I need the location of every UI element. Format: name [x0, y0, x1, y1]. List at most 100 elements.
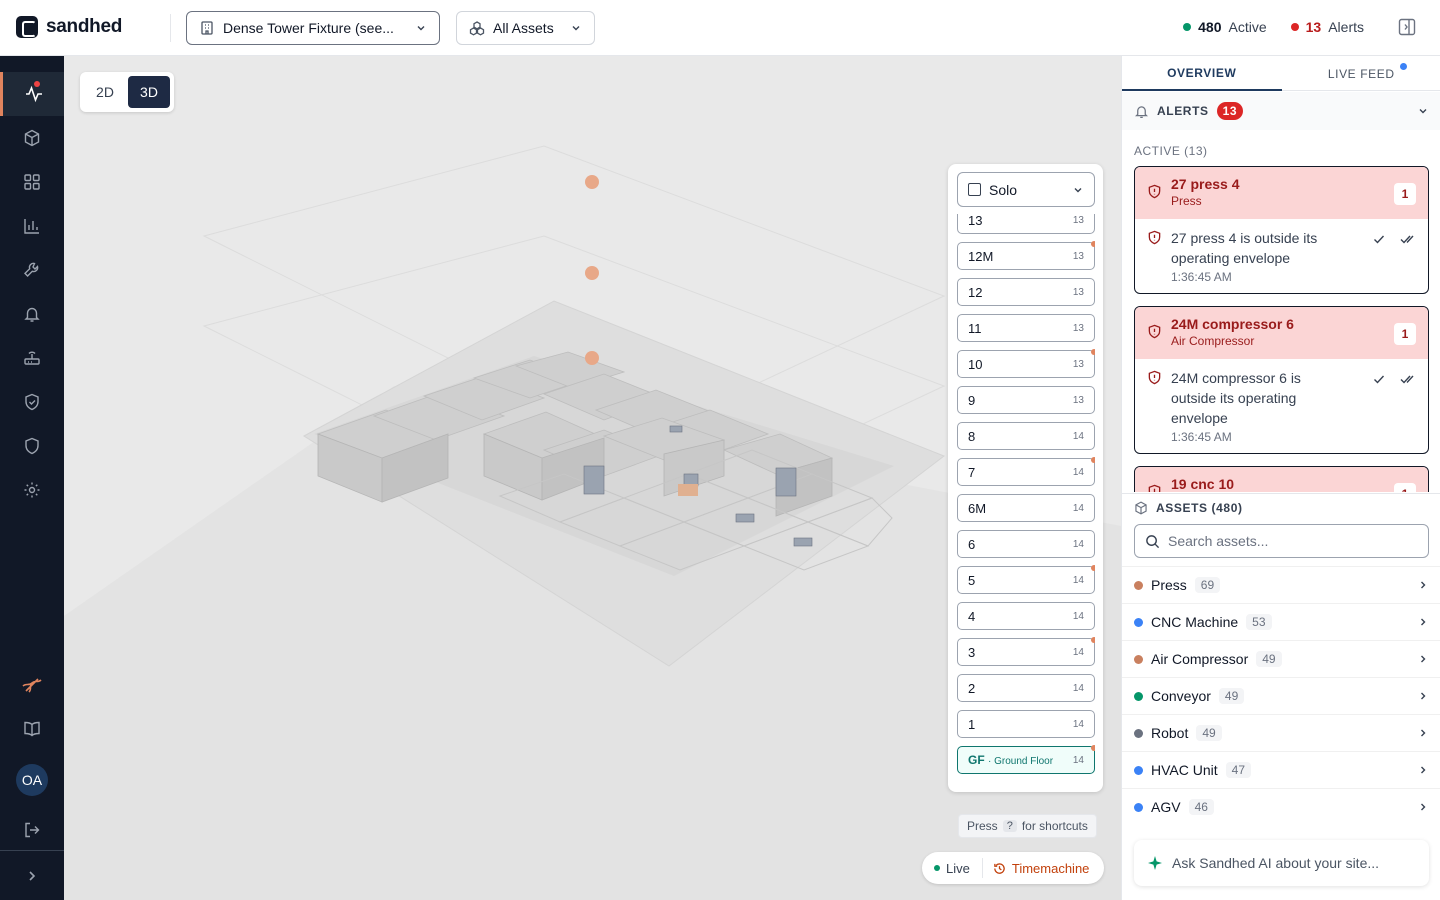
alert-card-header[interactable]: 27 press 4 Press 1	[1135, 167, 1428, 219]
floor-item[interactable]: 12M 13	[957, 241, 1095, 270]
acknowledge-button[interactable]	[1372, 372, 1386, 386]
category-row[interactable]: AGV 46	[1122, 788, 1440, 825]
alert-list[interactable]: 27 press 4 Press 1 27 press 4 is outside…	[1134, 166, 1429, 492]
nav-activity[interactable]	[0, 72, 64, 116]
floor-item[interactable]: 1 14	[957, 710, 1095, 738]
floor-item[interactable]: 12 13	[957, 278, 1095, 306]
floor-item[interactable]: 8 14	[957, 422, 1095, 450]
ai-assistant-input[interactable]: Ask Sandhed AI about your site...	[1134, 840, 1429, 886]
category-row[interactable]: Press 69	[1122, 566, 1440, 603]
search-input[interactable]	[1168, 533, 1408, 549]
active-status[interactable]: 480 Active	[1183, 19, 1267, 35]
floor-item[interactable]: 11 13	[957, 314, 1095, 342]
solo-checkbox[interactable]	[968, 183, 981, 196]
ai-prompt: Ask Sandhed AI about your site...	[1172, 855, 1380, 871]
chevron-down-icon	[1074, 187, 1082, 192]
category-name: HVAC Unit	[1151, 762, 1218, 778]
dna-icon	[22, 678, 42, 693]
chevron-down-icon	[572, 26, 580, 31]
timemachine-button[interactable]: Timemachine	[983, 861, 1100, 876]
nav-docs[interactable]	[0, 707, 64, 751]
floor-item[interactable]: 13 13	[957, 214, 1095, 234]
floor-item[interactable]: 10 13	[957, 349, 1095, 378]
bell-icon	[24, 307, 40, 322]
site-selector[interactable]: Dense Tower Fixture (see...	[186, 11, 440, 45]
live-button[interactable]: Live	[922, 858, 983, 878]
floor-item-ground[interactable]: GF · Ground Floor 14	[957, 745, 1095, 774]
divider	[170, 14, 171, 42]
floor-name: 12M	[968, 248, 994, 264]
expand-sidebar-button[interactable]	[0, 854, 64, 898]
nav-alerts[interactable]	[0, 292, 64, 336]
view-3d-button[interactable]: 3D	[128, 76, 170, 108]
category-row[interactable]: CNC Machine 53	[1122, 603, 1440, 640]
tab-overview[interactable]: OVERVIEW	[1122, 56, 1282, 91]
nav-assets[interactable]	[0, 116, 64, 160]
nav-analytics[interactable]	[0, 204, 64, 248]
floor-list[interactable]: 13 13 12M 13 12 13 11 13 10 13 9 13 8 14 7 14 6M…	[957, 214, 1095, 786]
shortcut-key: ?	[1002, 820, 1017, 832]
solo-dropdown[interactable]: Solo	[957, 172, 1095, 207]
floor-item[interactable]: 2 14	[957, 674, 1095, 702]
nav-security[interactable]	[0, 424, 64, 468]
shield-check-icon	[25, 393, 39, 411]
boxes-icon	[469, 21, 485, 36]
alert-dot	[1091, 637, 1095, 643]
floor-count: 13	[1072, 322, 1084, 334]
tab-label: LIVE FEED	[1327, 66, 1395, 81]
resolve-button[interactable]	[1400, 232, 1416, 246]
floor-count: 14	[1072, 538, 1084, 550]
acknowledge-button[interactable]	[1372, 232, 1386, 246]
resolve-button[interactable]	[1400, 372, 1416, 386]
nav-settings[interactable]	[0, 468, 64, 512]
category-name: Air Compressor	[1151, 651, 1249, 667]
floor-item[interactable]: 3 14	[957, 637, 1095, 666]
category-row[interactable]: Robot 49	[1122, 714, 1440, 751]
nav-gateways[interactable]	[0, 336, 64, 380]
floor-name: 9	[968, 392, 976, 408]
alert-card[interactable]: 24M compressor 6 Air Compressor 1 24M co…	[1134, 306, 1429, 454]
floor-item[interactable]: 5 14	[957, 565, 1095, 594]
nav-dashboard[interactable]	[0, 160, 64, 204]
bell-icon	[1134, 105, 1149, 118]
floor-count: 13	[1072, 358, 1084, 370]
alert-card-header[interactable]: 19 cnc 10 1	[1135, 467, 1428, 492]
floor-item[interactable]: 4 14	[957, 602, 1095, 630]
floor-item[interactable]: 9 13	[957, 386, 1095, 414]
chevron-right-icon	[1421, 729, 1426, 737]
logout-button[interactable]	[0, 808, 64, 852]
nav-maintenance[interactable]	[0, 248, 64, 292]
map-viewport[interactable]: 2D 3D Solo 13 13 12M 13 12 13 11 13 10 13 9 13…	[64, 56, 1121, 900]
tab-live-feed[interactable]: LIVE FEED	[1282, 56, 1440, 91]
category-row[interactable]: Conveyor 49	[1122, 677, 1440, 714]
assets-title: ASSETS (480)	[1156, 500, 1243, 515]
alerts-section-header[interactable]: ALERTS 13	[1122, 92, 1440, 130]
alert-title: 27 press 4	[1171, 176, 1240, 192]
alert-card[interactable]: 27 press 4 Press 1 27 press 4 is outside…	[1134, 166, 1429, 294]
active-count: 480	[1198, 19, 1222, 35]
right-panel: OVERVIEW LIVE FEED ALERTS 13 ACTIVE (13)…	[1121, 56, 1440, 900]
floor-item[interactable]: 7 14	[957, 457, 1095, 486]
logo[interactable]: sandhed	[16, 16, 122, 38]
alert-card[interactable]: 19 cnc 10 1	[1134, 466, 1429, 492]
floor-name: 1	[968, 716, 976, 732]
history-icon	[994, 862, 1005, 874]
nav-compliance[interactable]	[0, 380, 64, 424]
category-name: Robot	[1151, 725, 1189, 741]
category-row[interactable]: Air Compressor 49	[1122, 640, 1440, 677]
asset-filter[interactable]: All Assets	[456, 11, 595, 45]
solo-label: Solo	[989, 181, 1018, 198]
floor-item[interactable]: 6 14	[957, 530, 1095, 558]
view-2d-button[interactable]: 2D	[84, 76, 126, 108]
category-row[interactable]: HVAC Unit 47	[1122, 751, 1440, 788]
panel-toggle-button[interactable]	[1398, 18, 1416, 41]
alerts-status[interactable]: 13 Alerts	[1290, 19, 1364, 35]
avatar[interactable]: OA	[16, 764, 48, 796]
building-icon	[201, 21, 213, 35]
alert-time: 1:36:45 AM	[1171, 430, 1232, 444]
alert-card-header[interactable]: 24M compressor 6 Air Compressor 1	[1135, 307, 1428, 359]
floor-count: 13	[1072, 250, 1084, 262]
nav-integrations[interactable]	[0, 663, 64, 707]
timemachine-label: Timemachine	[1011, 860, 1090, 876]
floor-item[interactable]: 6M 14	[957, 494, 1095, 522]
